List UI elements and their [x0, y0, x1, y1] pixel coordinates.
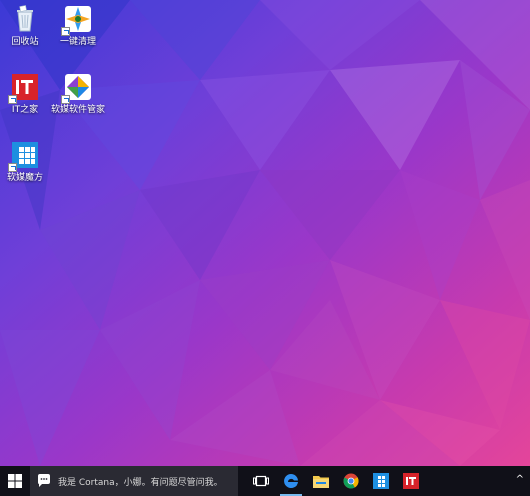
taskbar: 我是 Cortana，小娜。有问题尽管问我。: [0, 466, 530, 496]
desktop-icon-label: 软媒魔方: [6, 173, 43, 183]
desktop-icon-label: 回收站: [11, 37, 39, 47]
wallpaper: [0, 0, 530, 466]
desktop-icon-recycle-bin[interactable]: 回收站: [0, 4, 50, 47]
shortcut-arrow-icon: [61, 95, 70, 104]
desktop-icon-cleaner[interactable]: 一键清理: [48, 4, 108, 47]
taskbar-rubik-cube-button[interactable]: [366, 466, 396, 496]
desktop-icon-software-manager[interactable]: 软媒软件管家: [46, 72, 110, 115]
desktop: 回收站 一键清理 IT之家 软媒软件管家 软媒魔方 我是 Cortana，小娜。…: [0, 0, 530, 496]
shortcut-arrow-icon: [8, 95, 17, 104]
recycle-bin-icon: [10, 4, 40, 34]
desktop-icon-label: 一键清理: [59, 37, 96, 47]
ithome-icon: [8, 72, 40, 104]
taskbar-chrome-button[interactable]: [336, 466, 366, 496]
chrome-icon: [343, 473, 359, 489]
ithome-icon: [403, 473, 419, 489]
search-placeholder: 我是 Cortana，小娜。有问题尽管问我。: [58, 477, 223, 488]
desktop-icon-label: 软媒软件管家: [50, 105, 105, 115]
windows-logo-icon: [8, 474, 22, 488]
task-view-button[interactable]: [246, 466, 276, 496]
cortana-search-box[interactable]: 我是 Cortana，小娜。有问题尽管问我。: [30, 466, 238, 496]
taskbar-ithome-button[interactable]: [396, 466, 426, 496]
rubik-cube-icon: [373, 473, 389, 489]
desktop-icon-label: IT之家: [11, 105, 39, 115]
cortana-icon: [38, 474, 50, 487]
cleaner-icon: [61, 4, 93, 36]
edge-icon: [284, 473, 298, 488]
show-hidden-icons-chevron-icon[interactable]: ^: [516, 474, 524, 485]
shortcut-arrow-icon: [61, 27, 70, 36]
file-explorer-icon: [313, 476, 329, 488]
task-view-icon: [253, 475, 269, 487]
desktop-icon-rubik-cube[interactable]: 软媒魔方: [0, 140, 50, 183]
taskbar-edge-button[interactable]: [276, 466, 306, 496]
software-manager-icon: [61, 72, 93, 104]
desktop-icon-ithome[interactable]: IT之家: [0, 72, 50, 115]
rubik-cube-icon: [8, 140, 40, 172]
shortcut-arrow-icon: [8, 163, 17, 172]
taskbar-file-explorer-button[interactable]: [306, 466, 336, 496]
start-button[interactable]: [0, 466, 30, 496]
